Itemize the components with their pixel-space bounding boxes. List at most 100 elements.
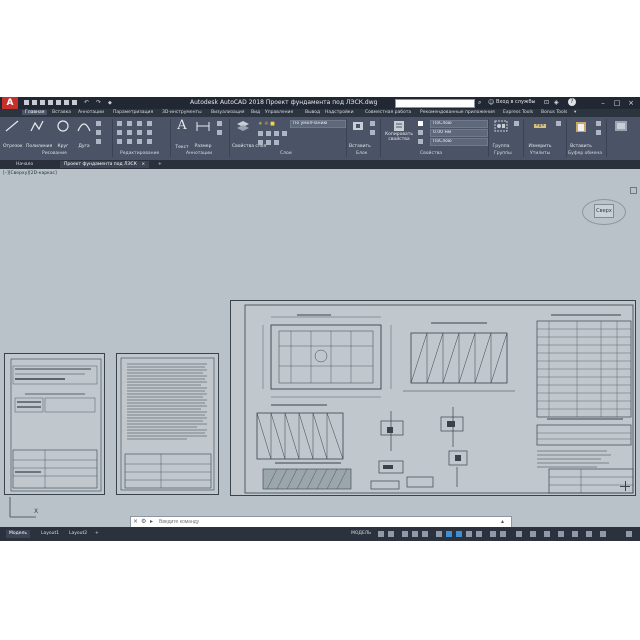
layer-tool-icon[interactable]: [282, 131, 287, 136]
otrack-icon[interactable]: [446, 531, 452, 537]
array-icon[interactable]: [137, 139, 142, 144]
tab-3d-tools[interactable]: 3D-инструменты: [162, 110, 202, 115]
match-properties-button[interactable]: Копировать свойства: [384, 120, 414, 142]
tab-express-tools[interactable]: Express Tools: [503, 110, 533, 115]
share-icon[interactable]: ◆: [108, 100, 112, 106]
clipboard-panel-title[interactable]: Буфер обмена: [568, 151, 602, 156]
list-icon[interactable]: [418, 139, 423, 144]
lineweight-toggle-icon[interactable]: [456, 531, 462, 537]
copy-clip-icon[interactable]: [596, 121, 601, 126]
binoculars-icon[interactable]: ⌕: [478, 99, 481, 107]
groups-panel-title[interactable]: Группы: [494, 151, 512, 156]
maximize-icon[interactable]: □: [612, 98, 622, 108]
paste-button[interactable]: Вставить: [570, 120, 592, 151]
layer-dropdown[interactable]: По умолчанию: [290, 120, 346, 128]
sign-in-link[interactable]: Вход в службы: [496, 99, 535, 105]
tab-view[interactable]: Вид: [251, 110, 260, 115]
command-input[interactable]: [159, 518, 499, 526]
annotation-monitor-icon[interactable]: [530, 531, 536, 537]
layer-state-icons[interactable]: ☀ ☼ ■: [258, 121, 275, 127]
close-tab-icon[interactable]: ×: [141, 162, 145, 167]
save-icon[interactable]: [40, 100, 45, 105]
tab-output[interactable]: Вывод: [305, 110, 320, 115]
tab-featured-apps[interactable]: Рекомендованные приложения: [420, 110, 495, 115]
tab-bonus-tools[interactable]: Bonus Tools: [541, 110, 567, 115]
layer-tool-icon[interactable]: [258, 140, 263, 145]
fillet-icon[interactable]: [137, 130, 142, 135]
snap-icon[interactable]: [388, 531, 394, 537]
layer-tool-icon[interactable]: [274, 140, 279, 145]
units-icon[interactable]: [544, 531, 550, 537]
text-button[interactable]: A Текст: [174, 119, 190, 152]
layer-tool-icon[interactable]: [258, 131, 263, 136]
edit-block-icon[interactable]: [370, 130, 375, 135]
tab-addins[interactable]: Надстройки: [325, 110, 354, 115]
open-file-icon[interactable]: [32, 100, 37, 105]
web-icon[interactable]: [56, 100, 61, 105]
search-field[interactable]: [395, 99, 475, 117]
command-history-icon[interactable]: ▴: [501, 518, 504, 525]
layer-tool-icon[interactable]: [266, 131, 271, 136]
osnap-icon[interactable]: [436, 531, 442, 537]
create-block-icon[interactable]: [370, 121, 375, 126]
draw-panel-title[interactable]: Рисование: [42, 151, 67, 156]
utilities-panel-title[interactable]: Утилиты: [530, 151, 550, 156]
annotation-scale-icon[interactable]: [490, 531, 496, 537]
command-wrench-icon[interactable]: ⚙: [141, 518, 146, 525]
scale-icon[interactable]: [127, 139, 132, 144]
add-layout-icon[interactable]: +: [92, 530, 102, 538]
hatch-icon[interactable]: [96, 130, 101, 135]
rotate-icon[interactable]: [127, 121, 132, 126]
explode-icon[interactable]: [147, 130, 152, 135]
dimension-button[interactable]: Размер: [193, 120, 213, 151]
tab-drawing[interactable]: Проект фундамента под ЛЭСК ×: [60, 161, 150, 168]
stretch-icon[interactable]: [117, 139, 122, 144]
copy-icon[interactable]: [117, 130, 122, 135]
properties-panel-title[interactable]: Свойства: [420, 151, 442, 156]
tab-visualize[interactable]: Визуализация: [211, 110, 244, 115]
minimize-icon[interactable]: –: [598, 98, 608, 108]
measure-button[interactable]: Измерить: [527, 120, 553, 151]
leader-icon[interactable]: [217, 121, 222, 126]
annotation-visibility-icon[interactable]: [500, 531, 506, 537]
customization-icon[interactable]: [626, 531, 632, 537]
lineweight-dropdown[interactable]: 0.00 мм: [430, 129, 488, 137]
ortho-icon[interactable]: [402, 531, 408, 537]
new-file-icon[interactable]: [24, 100, 29, 105]
layer-properties-button[interactable]: Свойства слоя: [232, 120, 266, 151]
ribbon-toggle-icon[interactable]: ▾: [574, 110, 576, 115]
polyline-button[interactable]: Полилиния: [26, 120, 52, 151]
insert-block-button[interactable]: Вставить: [349, 120, 371, 151]
clean-screen-icon[interactable]: [600, 531, 606, 537]
layers-panel-title[interactable]: Слои: [280, 151, 292, 156]
quick-properties-icon[interactable]: [558, 531, 564, 537]
save-as-icon[interactable]: [48, 100, 53, 105]
trim-icon[interactable]: [137, 121, 142, 126]
workspace-icon[interactable]: [516, 531, 522, 537]
user-icon[interactable]: ☺: [488, 99, 494, 106]
layer-tool-icon[interactable]: [266, 140, 271, 145]
cut-icon[interactable]: [596, 130, 601, 135]
tab-layout1[interactable]: Layout1: [38, 530, 62, 538]
selection-cycling-icon[interactable]: [476, 531, 482, 537]
upload-icon[interactable]: [64, 100, 69, 105]
color-dropdown[interactable]: ПоСлою: [430, 120, 488, 128]
line-button[interactable]: Отрезок: [3, 120, 23, 151]
help-icon[interactable]: ?: [568, 98, 576, 106]
isolate-objects-icon[interactable]: [572, 531, 578, 537]
redo-icon[interactable]: ↷: [96, 99, 101, 106]
circle-button[interactable]: Круг: [55, 120, 71, 151]
mirror-icon[interactable]: [127, 130, 132, 135]
rectangle-icon[interactable]: [96, 121, 101, 126]
modify-panel-title[interactable]: Редактирование: [120, 151, 159, 156]
print-icon[interactable]: [72, 100, 77, 105]
tab-model[interactable]: Модель: [6, 530, 31, 538]
close-icon[interactable]: ×: [626, 98, 636, 108]
navigation-bar-icon[interactable]: [630, 187, 637, 194]
tab-parametric[interactable]: Параметризация: [113, 110, 153, 115]
polar-icon[interactable]: [412, 531, 418, 537]
tab-insert[interactable]: Вставка: [52, 110, 71, 115]
move-icon[interactable]: [117, 121, 122, 126]
transparency-toggle-icon[interactable]: [466, 531, 472, 537]
new-tab-icon[interactable]: +: [154, 161, 166, 168]
